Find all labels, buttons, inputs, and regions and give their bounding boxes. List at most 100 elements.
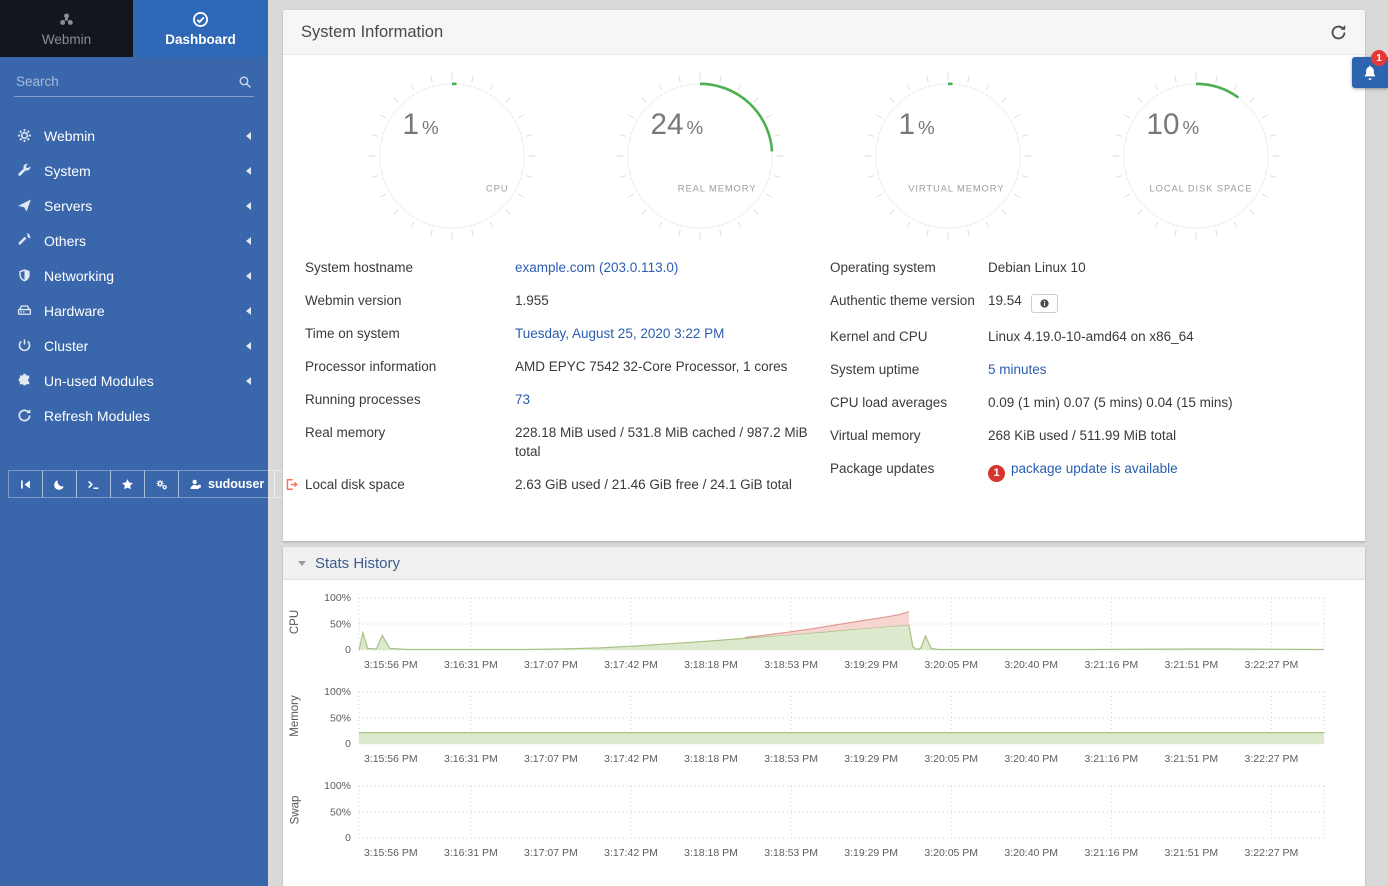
info-label: Webmin version bbox=[305, 291, 515, 310]
info-icon bbox=[1039, 298, 1050, 309]
svg-text:3:22:27 PM: 3:22:27 PM bbox=[1245, 753, 1299, 765]
svg-text:3:19:29 PM: 3:19:29 PM bbox=[844, 659, 898, 671]
info-value-link[interactable]: Tuesday, August 25, 2020 3:22 PM bbox=[515, 326, 724, 341]
svg-text:3:21:16 PM: 3:21:16 PM bbox=[1084, 753, 1138, 765]
svg-text:3:21:51 PM: 3:21:51 PM bbox=[1164, 659, 1218, 671]
sidebar-item-cluster[interactable]: Cluster bbox=[0, 328, 268, 363]
star-icon bbox=[121, 478, 134, 491]
info-value: 228.18 MiB used / 531.8 MiB cached / 987… bbox=[515, 425, 808, 459]
sidebar-item-networking[interactable]: Networking bbox=[0, 258, 268, 293]
system-information-panel: System Information 1%CPU24%REAL MEMORY1%… bbox=[283, 10, 1365, 541]
user-menu-button[interactable]: sudouser bbox=[178, 470, 275, 498]
refresh-button[interactable] bbox=[1330, 24, 1347, 41]
chart-memory: 100%50%03:15:56 PM3:16:31 PM3:17:07 PM3:… bbox=[307, 684, 1347, 772]
collapse-icon bbox=[19, 478, 32, 491]
gauge-local-disk-space: 10%LOCAL DISK SPACE bbox=[1105, 65, 1287, 247]
tab-dashboard[interactable]: Dashboard bbox=[133, 0, 268, 57]
stats-charts: CPU 100%50%03:15:56 PM3:16:31 PM3:17:07 P… bbox=[283, 580, 1365, 872]
info-value-link[interactable]: 5 minutes bbox=[988, 362, 1047, 377]
svg-text:100%: 100% bbox=[324, 780, 351, 792]
svg-text:3:16:31 PM: 3:16:31 PM bbox=[444, 847, 498, 859]
info-label: Kernel and CPU bbox=[830, 327, 988, 346]
svg-text:3:18:53 PM: 3:18:53 PM bbox=[764, 753, 818, 765]
info-label: Virtual memory bbox=[830, 426, 988, 445]
sidebar-item-un-used-modules[interactable]: Un-used Modules bbox=[0, 363, 268, 398]
sidebar-search bbox=[14, 70, 254, 97]
info-value: Linux 4.19.0-10-amd64 on x86_64 bbox=[988, 329, 1194, 344]
page-title: System Information bbox=[301, 23, 443, 42]
chart-axis-label: Memory bbox=[283, 684, 307, 748]
chart-row-cpu: CPU100%50%03:15:56 PM3:16:31 PM3:17:07 P… bbox=[283, 590, 1365, 684]
theme-config-button[interactable] bbox=[144, 470, 179, 498]
chart-axis-label: CPU bbox=[283, 590, 307, 654]
tab-dashboard-label: Dashboard bbox=[165, 32, 236, 47]
hdd-icon bbox=[17, 303, 44, 318]
info-row-kernel-and-cpu: Kernel and CPULinux 4.19.0-10-amd64 on x… bbox=[830, 320, 1343, 353]
svg-text:3:22:27 PM: 3:22:27 PM bbox=[1245, 847, 1299, 859]
sidebar-item-servers[interactable]: Servers bbox=[0, 188, 268, 223]
info-row-cpu-load-averages: CPU load averages0.09 (1 min) 0.07 (5 mi… bbox=[830, 386, 1343, 419]
chart-row-swap: Swap100%50%03:15:56 PM3:16:31 PM3:17:07 … bbox=[283, 778, 1365, 872]
moon-icon bbox=[53, 478, 66, 491]
gear-icon bbox=[17, 128, 44, 143]
webmin-logo-icon bbox=[58, 11, 75, 28]
gauges-row: 1%CPU24%REAL MEMORY1%VIRTUAL MEMORY10%LO… bbox=[283, 55, 1365, 247]
svg-text:3:18:18 PM: 3:18:18 PM bbox=[684, 659, 738, 671]
svg-text:3:15:56 PM: 3:15:56 PM bbox=[364, 753, 418, 765]
shield-icon bbox=[17, 268, 44, 283]
svg-text:100%: 100% bbox=[324, 592, 351, 604]
favorites-button[interactable] bbox=[110, 470, 145, 498]
notifications-button[interactable]: 1 bbox=[1352, 57, 1388, 88]
sidebar-item-webmin[interactable]: Webmin bbox=[0, 118, 268, 153]
sidebar-item-refresh-modules[interactable]: Refresh Modules bbox=[0, 398, 268, 433]
svg-text:3:18:18 PM: 3:18:18 PM bbox=[684, 847, 738, 859]
sidebar-tabs: Webmin Dashboard bbox=[0, 0, 268, 57]
info-value-link[interactable]: package update is available bbox=[1011, 461, 1178, 476]
info-row-system-hostname: System hostnameexample.com (203.0.113.0) bbox=[305, 251, 830, 284]
svg-text:3:18:53 PM: 3:18:53 PM bbox=[764, 847, 818, 859]
sidebar-item-label: Hardware bbox=[44, 303, 105, 319]
svg-text:3:20:05 PM: 3:20:05 PM bbox=[924, 659, 978, 671]
svg-text:3:18:53 PM: 3:18:53 PM bbox=[764, 659, 818, 671]
terminal-button[interactable] bbox=[76, 470, 111, 498]
info-row-time-on-system: Time on systemTuesday, August 25, 2020 3… bbox=[305, 317, 830, 350]
sidebar-item-hardware[interactable]: Hardware bbox=[0, 293, 268, 328]
info-row-processor-information: Processor informationAMD EPYC 7542 32-Co… bbox=[305, 350, 830, 383]
tab-webmin[interactable]: Webmin bbox=[0, 0, 133, 57]
info-value-link[interactable]: example.com (203.0.113.0) bbox=[515, 260, 678, 275]
collapse-sidebar-button[interactable] bbox=[8, 470, 43, 498]
svg-text:LOCAL DISK SPACE: LOCAL DISK SPACE bbox=[1150, 183, 1253, 194]
svg-text:3:19:29 PM: 3:19:29 PM bbox=[844, 753, 898, 765]
user-icon bbox=[189, 478, 202, 491]
stats-history-header[interactable]: Stats History bbox=[283, 547, 1365, 580]
svg-text:50%: 50% bbox=[330, 713, 351, 725]
info-value: 2.63 GiB used / 21.46 GiB free / 24.1 Gi… bbox=[515, 477, 792, 492]
info-value: 268 KiB used / 511.99 MiB total bbox=[988, 428, 1176, 443]
svg-text:0: 0 bbox=[345, 644, 351, 656]
search-input[interactable] bbox=[16, 74, 238, 89]
info-row-virtual-memory: Virtual memory268 KiB used / 511.99 MiB … bbox=[830, 419, 1343, 452]
info-row-system-uptime: System uptime5 minutes bbox=[830, 353, 1343, 386]
svg-text:0: 0 bbox=[345, 832, 351, 844]
sidebar-item-label: System bbox=[44, 163, 91, 179]
logout-button[interactable] bbox=[274, 470, 309, 498]
chevron-left-icon bbox=[246, 132, 251, 140]
chevron-left-icon bbox=[246, 237, 251, 245]
info-value: Debian Linux 10 bbox=[988, 260, 1086, 275]
night-mode-button[interactable] bbox=[42, 470, 77, 498]
info-label: Processor information bbox=[305, 357, 515, 376]
dashboard-icon bbox=[192, 11, 209, 28]
svg-text:3:17:42 PM: 3:17:42 PM bbox=[604, 847, 658, 859]
sidebar-item-others[interactable]: Others bbox=[0, 223, 268, 258]
stats-history-panel: Stats History CPU100%50%03:15:56 PM3:16:… bbox=[283, 547, 1365, 886]
sidebar-item-label: Servers bbox=[44, 198, 92, 214]
system-info-right-column: Operating systemDebian Linux 10Authentic… bbox=[830, 251, 1343, 501]
svg-text:3:20:05 PM: 3:20:05 PM bbox=[924, 847, 978, 859]
info-value-link[interactable]: 73 bbox=[515, 392, 530, 407]
svg-text:CPU: CPU bbox=[486, 183, 508, 194]
sidebar-item-system[interactable]: System bbox=[0, 153, 268, 188]
tab-webmin-label: Webmin bbox=[42, 32, 91, 47]
chart-axis-label: Swap bbox=[283, 778, 307, 842]
theme-info-button[interactable] bbox=[1031, 294, 1058, 313]
signout-icon bbox=[285, 478, 298, 491]
